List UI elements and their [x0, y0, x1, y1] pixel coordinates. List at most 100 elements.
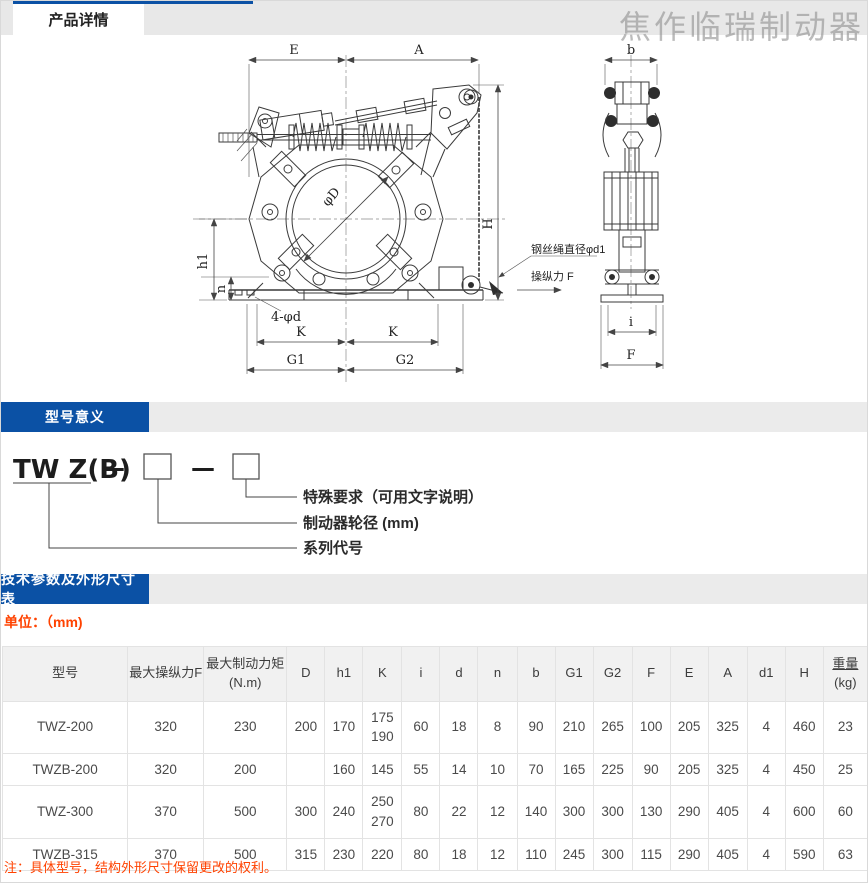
table-cell: 450	[785, 753, 823, 786]
table-cell: 165	[555, 753, 593, 786]
table-row: TWZ-300370500300240250 27080221214030030…	[3, 786, 868, 838]
table-row: TWZ-200320230200170175 19060188902102651…	[3, 701, 868, 753]
column-header: d1	[747, 647, 785, 702]
column-header: H	[785, 647, 823, 702]
table-cell: 110	[517, 838, 555, 871]
model-dash-2: —	[191, 454, 215, 482]
table-cell: 205	[670, 701, 708, 753]
column-header: d	[440, 647, 478, 702]
table-cell: 145	[363, 753, 402, 786]
table-cell: 4	[747, 701, 785, 753]
table-cell: 12	[478, 838, 517, 871]
dim-K2: K	[388, 325, 398, 340]
model-label-series: 系列代号	[303, 539, 363, 557]
model-box-2	[233, 454, 259, 479]
spec-table: 型号最大操纵力F最大制动力矩 (N.m)Dh1KidnbG1G2FEAd1H重量…	[2, 646, 868, 871]
table-cell: 170	[325, 701, 363, 753]
model-label-wheel: 制动器轮径 (mm)	[303, 514, 419, 532]
section-title-specs: 技术参数及外形尺寸表	[1, 574, 149, 604]
table-cell: 4	[747, 786, 785, 838]
column-header: 最大操纵力F	[128, 647, 204, 702]
column-header: i	[402, 647, 440, 702]
column-header: G2	[593, 647, 632, 702]
spec-table-header-row: 型号最大操纵力F最大制动力矩 (N.m)Dh1KidnbG1G2FEAd1H重量…	[3, 647, 868, 702]
column-header: 最大制动力矩 (N.m)	[204, 647, 287, 702]
column-header: A	[708, 647, 747, 702]
column-header: E	[670, 647, 708, 702]
dim-E: E	[289, 43, 299, 58]
table-cell: 80	[402, 838, 440, 871]
column-header: n	[478, 647, 517, 702]
table-cell: 18	[440, 701, 478, 753]
table-cell: 12	[478, 786, 517, 838]
label-rope-diameter: 钢丝绳直径φd1	[531, 242, 605, 256]
table-cell: 4	[747, 838, 785, 871]
table-cell: 60	[402, 701, 440, 753]
table-cell: 4	[747, 753, 785, 786]
column-header: h1	[325, 647, 363, 702]
table-cell: 320	[128, 701, 204, 753]
table-cell: 220	[363, 838, 402, 871]
table-cell: 325	[708, 701, 747, 753]
table-cell: 300	[593, 786, 632, 838]
table-cell: 600	[785, 786, 823, 838]
dim-h1: h1	[196, 253, 211, 270]
table-cell: 320	[128, 753, 204, 786]
table-cell: 70	[517, 753, 555, 786]
dim-G2: G2	[396, 353, 415, 368]
table-cell: 200	[287, 701, 325, 753]
table-cell: 230	[204, 701, 287, 753]
table-cell: 63	[823, 838, 867, 871]
column-header: D	[287, 647, 325, 702]
table-cell: 250 270	[363, 786, 402, 838]
table-cell: 14	[440, 753, 478, 786]
table-cell: 25	[823, 753, 867, 786]
table-cell: 290	[670, 838, 708, 871]
table-cell: 200	[204, 753, 287, 786]
table-cell: 175 190	[363, 701, 402, 753]
table-cell: 205	[670, 753, 708, 786]
model-meaning-diagram: TW Z(B) — — 特殊要求（可用文字说明） 制动器轮径 (mm) 系列代号	[1, 432, 868, 572]
table-cell: 265	[593, 701, 632, 753]
tab-product-details[interactable]: 产品详情	[13, 4, 144, 35]
dim-F: F	[626, 348, 635, 363]
model-box-1	[144, 454, 171, 479]
table-cell: 245	[555, 838, 593, 871]
section-title-model: 型号意义	[1, 402, 149, 432]
table-row: TWZB-20032020016014555141070165225902053…	[3, 753, 868, 786]
table-cell: 300	[593, 838, 632, 871]
table-cell: 10	[478, 753, 517, 786]
technical-drawing: φD	[1, 37, 868, 399]
dim-K1: K	[296, 325, 306, 340]
table-cell: 23	[823, 701, 867, 753]
dim-n: n	[214, 284, 229, 293]
column-header: F	[632, 647, 670, 702]
table-cell: 315	[287, 838, 325, 871]
table-cell: 590	[785, 838, 823, 871]
dim-A: A	[413, 43, 424, 58]
dim-holes: 4-φd	[271, 310, 301, 325]
top-tab-bar: 产品详情	[1, 1, 868, 35]
table-cell: 130	[632, 786, 670, 838]
table-cell: 18	[440, 838, 478, 871]
column-header: G1	[555, 647, 593, 702]
table-cell: TWZ-300	[3, 786, 128, 838]
table-cell: 405	[708, 838, 747, 871]
table-cell: 300	[287, 786, 325, 838]
footnote: 注：具体型号，结构外形尺寸保留更改的权利。	[4, 857, 277, 876]
label-operating-force: 操纵力 F	[531, 269, 574, 283]
table-cell: TWZB-200	[3, 753, 128, 786]
column-header: K	[363, 647, 402, 702]
table-cell: 500	[204, 786, 287, 838]
table-cell: 210	[555, 701, 593, 753]
table-cell: 405	[708, 786, 747, 838]
table-cell: 115	[632, 838, 670, 871]
table-cell: 225	[593, 753, 632, 786]
table-cell: 55	[402, 753, 440, 786]
dim-G1: G1	[287, 353, 306, 368]
model-dash-1: —	[101, 454, 125, 482]
table-cell: 80	[402, 786, 440, 838]
column-header: b	[517, 647, 555, 702]
table-cell: TWZ-200	[3, 701, 128, 753]
unit-note: 单位：（mm)	[4, 612, 83, 632]
